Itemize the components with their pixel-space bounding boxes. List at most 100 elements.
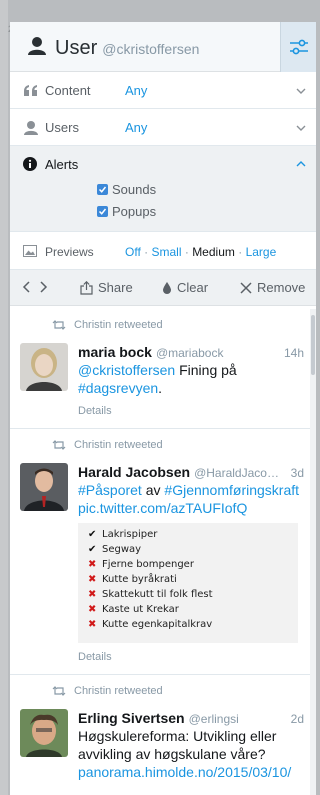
remove-label: Remove bbox=[257, 280, 306, 295]
sounds-checkbox[interactable] bbox=[97, 184, 108, 195]
tweet-item[interactable]: Christin retweeted maria bock @mariabock… bbox=[10, 309, 316, 429]
drop-icon bbox=[163, 281, 171, 294]
list-item-text: Segway bbox=[102, 544, 142, 555]
sounds-checkbox-row[interactable]: Sounds bbox=[97, 182, 156, 197]
tweet-time[interactable]: 3d bbox=[291, 466, 304, 480]
tweet-header: maria bock @mariabock 14h bbox=[78, 344, 304, 360]
list-item-text: Lakrispiper bbox=[102, 529, 158, 540]
chevron-left-icon bbox=[22, 281, 30, 293]
mention-link[interactable]: @ckristoffersen bbox=[78, 362, 175, 378]
column-handle: @ckristoffersen bbox=[102, 41, 200, 57]
tweet-time[interactable]: 14h bbox=[284, 346, 304, 360]
popups-checkbox[interactable] bbox=[97, 206, 108, 217]
chevron-down-icon bbox=[296, 125, 306, 131]
app-frame: 23 User@ckristoffersen bbox=[0, 0, 320, 795]
tweet-text: Høgskulereforma: Utvikling eller avvikli… bbox=[78, 727, 306, 781]
author-handle[interactable]: @HaraldJaco… bbox=[194, 466, 287, 480]
list-item-text: Kutte egenkapitalkrav bbox=[102, 619, 213, 630]
share-label: Share bbox=[98, 280, 133, 295]
retweet-text: Christin retweeted bbox=[74, 319, 163, 331]
author-handle[interactable]: @erlingsi bbox=[189, 712, 287, 726]
details-link[interactable]: Details bbox=[78, 651, 112, 663]
tweet-text: #Påsporet av #Gjennomføringskraft pic.tw… bbox=[78, 481, 310, 517]
users-value[interactable]: Any bbox=[125, 120, 147, 135]
preview-large[interactable]: Large bbox=[246, 245, 277, 259]
tweet-text-tail: . bbox=[158, 380, 163, 396]
check-icon bbox=[98, 208, 107, 215]
avatar[interactable] bbox=[20, 709, 68, 757]
alerts-section: Alerts Sounds Popups bbox=[10, 146, 316, 232]
retweet-indicator: Christin retweeted bbox=[52, 685, 163, 697]
avatar[interactable] bbox=[20, 463, 68, 511]
previews-row: Previews Off · Small · Medium · Large bbox=[10, 232, 316, 270]
author-name[interactable]: Harald Jacobsen bbox=[78, 464, 190, 480]
chevron-up-icon[interactable] bbox=[296, 159, 306, 169]
left-gutter bbox=[0, 0, 8, 795]
check-icon bbox=[98, 186, 107, 193]
retweet-icon bbox=[52, 686, 66, 696]
info-icon bbox=[23, 157, 37, 171]
feed-scrollbar[interactable] bbox=[310, 309, 316, 795]
list-item-text: Fjerne bompenger bbox=[102, 559, 194, 570]
chevron-right-icon bbox=[40, 281, 48, 293]
users-label: Users bbox=[45, 120, 79, 135]
details-link[interactable]: Details bbox=[78, 405, 112, 417]
tweet-media-image[interactable]: ✔ Lakrispiper ✔ Segway ✖ Fjerne bompenger ✖… bbox=[78, 523, 298, 643]
tweet-item[interactable]: Christin retweeted Erling Sivertsen @erl… bbox=[10, 675, 316, 795]
tweet-time[interactable]: 2d bbox=[291, 712, 304, 726]
tweet-text-part: Fining på bbox=[175, 362, 237, 378]
author-name[interactable]: Erling Sivertsen bbox=[78, 710, 185, 726]
move-column-left-button[interactable] bbox=[22, 281, 37, 293]
preview-small[interactable]: Small bbox=[151, 245, 181, 259]
content-label: Content bbox=[45, 83, 91, 98]
separator: · bbox=[144, 245, 149, 259]
author-name[interactable]: maria bock bbox=[78, 344, 152, 360]
alerts-label: Alerts bbox=[45, 157, 79, 172]
retweet-indicator: Christin retweeted bbox=[52, 439, 163, 451]
user-column: User @ckristoffersen Content Any Users A… bbox=[10, 22, 316, 795]
tweet-header: Erling Sivertsen @erlingsi 2d bbox=[78, 710, 304, 726]
list-item-text: Skattekutt til folk flest bbox=[102, 589, 213, 600]
hashtag-link[interactable]: #Gjennomføringskraft bbox=[164, 482, 299, 498]
list-item: ✖ Kaste ut Krekar bbox=[88, 602, 288, 617]
scrollbar-thumb[interactable] bbox=[311, 315, 315, 375]
avatar[interactable] bbox=[20, 343, 68, 391]
hashtag-link[interactable]: #dagsrevyen bbox=[78, 380, 158, 396]
move-column-right-button[interactable] bbox=[38, 281, 53, 293]
author-handle[interactable]: @mariabock bbox=[156, 346, 280, 360]
tweet-text-part: Høgskulereforma: Utvikling eller avvikli… bbox=[78, 728, 277, 762]
media-link[interactable]: pic.twitter.com/azTAUFIofQ bbox=[78, 500, 247, 516]
hashtag-link[interactable]: #Påsporet bbox=[78, 482, 142, 498]
web-link[interactable]: panorama.himolde.no/2015/03/10/ bbox=[78, 764, 291, 780]
list-item: ✔ Segway bbox=[88, 542, 288, 557]
cross-mark-icon: ✖ bbox=[88, 604, 97, 615]
separator: · bbox=[184, 245, 189, 259]
share-button[interactable]: Share bbox=[80, 280, 133, 295]
list-item-text: Kaste ut Krekar bbox=[102, 604, 179, 615]
separator: · bbox=[238, 245, 243, 259]
retweet-icon bbox=[52, 440, 66, 450]
list-item-text: Kutte byråkrati bbox=[102, 574, 177, 585]
clear-button[interactable]: Clear bbox=[162, 280, 208, 295]
column-settings-button[interactable] bbox=[280, 22, 316, 72]
tweet-item[interactable]: Christin retweeted Harald Jacobsen @Hara… bbox=[10, 429, 316, 675]
image-icon bbox=[23, 245, 37, 257]
avatar-image bbox=[20, 343, 68, 391]
content-filter-row[interactable]: Content Any bbox=[10, 72, 316, 109]
close-icon bbox=[240, 281, 252, 294]
sliders-icon bbox=[289, 39, 308, 55]
cross-mark-icon: ✖ bbox=[88, 574, 97, 585]
preview-off[interactable]: Off bbox=[125, 245, 141, 259]
column-title: User @ckristoffersen bbox=[55, 37, 199, 60]
remove-button[interactable]: Remove bbox=[240, 280, 305, 295]
users-filter-row[interactable]: Users Any bbox=[10, 109, 316, 146]
retweet-indicator: Christin retweeted bbox=[52, 319, 163, 331]
preview-medium[interactable]: Medium bbox=[192, 245, 235, 259]
retweet-text: Christin retweeted bbox=[74, 439, 163, 451]
cross-mark-icon: ✖ bbox=[88, 589, 97, 600]
avatar-image bbox=[20, 463, 68, 511]
column-header: User @ckristoffersen bbox=[10, 22, 316, 72]
content-value[interactable]: Any bbox=[125, 83, 147, 98]
popups-checkbox-row[interactable]: Popups bbox=[97, 204, 156, 219]
chevron-down-icon bbox=[296, 88, 306, 94]
